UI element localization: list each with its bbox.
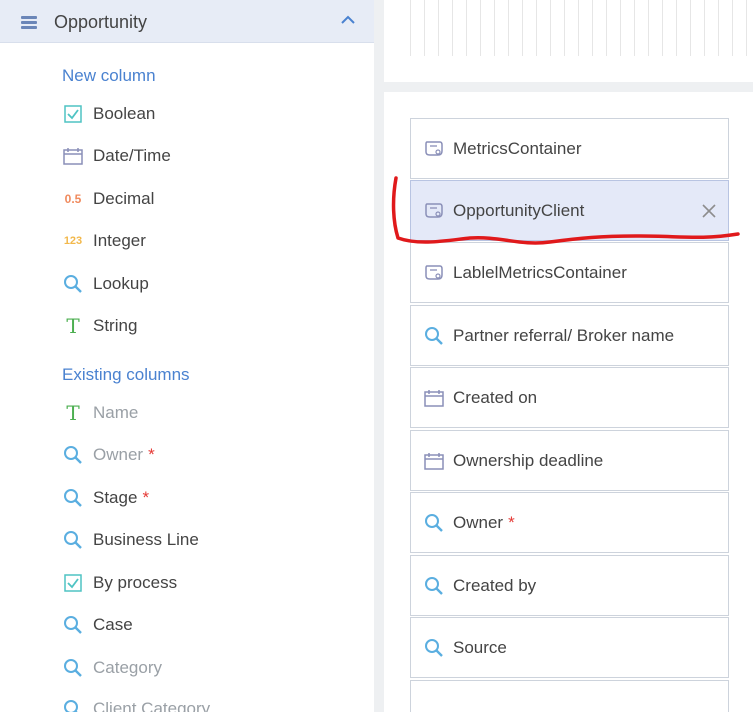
search-icon: [62, 657, 84, 679]
decimal-icon: 0.5: [64, 192, 82, 206]
existing-column-category: Category: [62, 656, 162, 680]
container-icon: [423, 200, 445, 222]
field-created-on[interactable]: Created on: [410, 367, 729, 428]
new-column-datetime[interactable]: Date/Time: [62, 144, 171, 168]
field-partial[interactable]: [410, 680, 729, 712]
new-column-decimal[interactable]: 0.5 Decimal: [62, 187, 155, 211]
search-icon: [423, 512, 445, 534]
new-column-string[interactable]: T String: [62, 314, 137, 338]
existing-column-case[interactable]: Case: [62, 613, 133, 637]
checkbox-icon: [62, 103, 84, 125]
field-owner[interactable]: Owner *: [410, 492, 729, 553]
existing-column-owner: Owner *: [62, 443, 155, 467]
group-title: Opportunity: [54, 12, 148, 32]
field-partner-referral[interactable]: Partner referral/ Broker name: [410, 305, 729, 366]
search-icon: [62, 444, 84, 466]
field-metrics-container[interactable]: MetricsContainer: [410, 118, 729, 179]
grid-area: [410, 0, 753, 56]
field-opportunity-client[interactable]: OpportunityClient: [410, 180, 729, 241]
existing-columns-title: Existing columns: [62, 365, 190, 384]
text-icon: T: [66, 314, 80, 338]
chevron-up-icon[interactable]: [341, 15, 355, 25]
required-marker: *: [508, 512, 515, 532]
field-created-by[interactable]: Created by: [410, 555, 729, 616]
search-icon: [62, 698, 84, 712]
close-icon[interactable]: [702, 203, 716, 218]
search-icon: [423, 575, 445, 597]
container-icon: [423, 262, 445, 284]
search-icon: [62, 614, 84, 636]
new-column-lookup[interactable]: Lookup: [62, 272, 149, 296]
new-column-integer[interactable]: 123 Integer: [62, 229, 146, 253]
columns-panel: Opportunity New column Boolean Date/Time…: [0, 0, 374, 712]
field-source[interactable]: Source: [410, 617, 729, 678]
checkbox-icon: [62, 572, 84, 594]
new-column-boolean[interactable]: Boolean: [62, 102, 155, 126]
search-icon: [62, 487, 84, 509]
group-header-opportunity[interactable]: Opportunity: [0, 0, 374, 43]
calendar-icon: [423, 387, 445, 409]
container-icon: [423, 138, 445, 160]
integer-icon: 123: [63, 235, 83, 247]
search-icon: [62, 529, 84, 551]
new-column-title: New column: [62, 66, 156, 85]
calendar-icon: [423, 450, 445, 472]
calendar-icon: [62, 145, 84, 167]
existing-column-stage[interactable]: Stage *: [62, 486, 149, 510]
required-marker: *: [148, 445, 155, 464]
existing-column-client-category: Client Category: [62, 697, 210, 712]
required-marker: *: [142, 488, 150, 507]
search-icon: [62, 273, 84, 295]
menu-icon: [21, 16, 37, 29]
field-lablel-metrics-container[interactable]: LablelMetricsContainer: [410, 242, 729, 303]
search-icon: [423, 325, 445, 347]
existing-column-name: T Name: [62, 401, 138, 425]
existing-column-by-process[interactable]: By process: [62, 571, 177, 595]
text-icon: T: [66, 401, 80, 425]
field-ownership-deadline[interactable]: Ownership deadline: [410, 430, 729, 491]
search-icon: [423, 637, 445, 659]
existing-column-business-line[interactable]: Business Line: [62, 528, 199, 552]
